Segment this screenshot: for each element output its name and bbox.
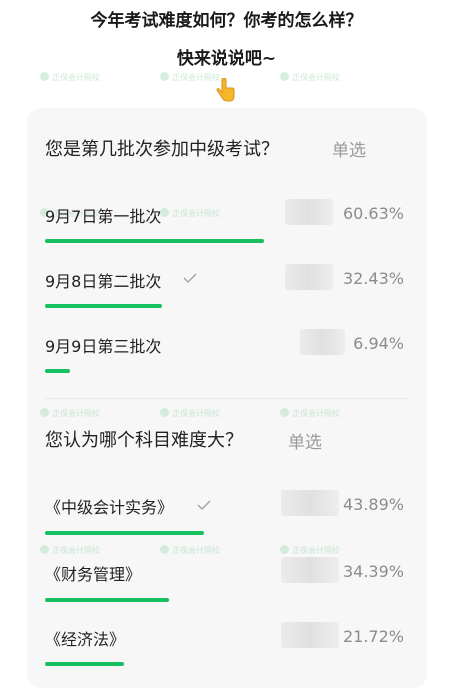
q1-option-2-percent: 32.43% (342, 269, 404, 288)
watermark: 正保会计网校 (160, 208, 220, 219)
q2-option-3-percent: 21.72% (342, 627, 404, 646)
q1-option-2-label[interactable]: 9月8日第二批次 (45, 268, 161, 292)
q1-option-1-bar (45, 239, 264, 243)
watermark: 正保会计网校 (160, 72, 220, 83)
q1-option-2-bar (45, 304, 162, 308)
watermark: 正保会计网校 (40, 545, 100, 556)
q1-option-3-percent: 6.94% (353, 334, 404, 353)
check-icon (183, 273, 197, 283)
watermark: 正保会计网校 (40, 72, 100, 83)
question-2-type: 单选 (288, 433, 322, 453)
q2-option-2-label[interactable]: 《财务管理》 (45, 561, 141, 585)
watermark: 正保会计网校 (280, 545, 340, 556)
watermark: 正保会计网校 (160, 545, 220, 556)
question-2-title: 您认为哪个科目难度大？ (45, 430, 243, 451)
q1-option-3-bar (45, 369, 70, 373)
watermark: 正保会计网校 (40, 408, 100, 419)
watermark: 正保会计网校 (280, 408, 340, 419)
q2-option-1-percent: 43.89% (342, 495, 404, 514)
section-divider (45, 398, 407, 399)
q1-option-3-label[interactable]: 9月9日第三批次 (45, 333, 161, 357)
q1-option-1-percent: 60.63% (342, 204, 404, 223)
q2-option-3-label[interactable]: 《经济法》 (45, 626, 125, 650)
watermark: 正保会计网校 (280, 72, 340, 83)
q2-option-2-percent: 34.39% (342, 562, 404, 581)
q1-option-1-label[interactable]: 9月7日第一批次 (45, 203, 161, 227)
q2-option-1-bar (45, 531, 204, 535)
watermark: 正保会计网校 (160, 408, 220, 419)
header-line-1: 今年考试难度如何？你考的怎么样？ (90, 11, 363, 31)
q2-option-1-label[interactable]: 《中级会计实务》 (45, 494, 173, 518)
check-icon (197, 500, 211, 510)
q2-option-2-bar (45, 598, 169, 602)
question-1-type: 单选 (332, 141, 366, 161)
q2-option-3-bar (45, 662, 124, 666)
question-1-title: 您是第几批次参加中级考试？ (45, 139, 279, 160)
header-line-2: 快来说说吧~ (176, 49, 277, 69)
